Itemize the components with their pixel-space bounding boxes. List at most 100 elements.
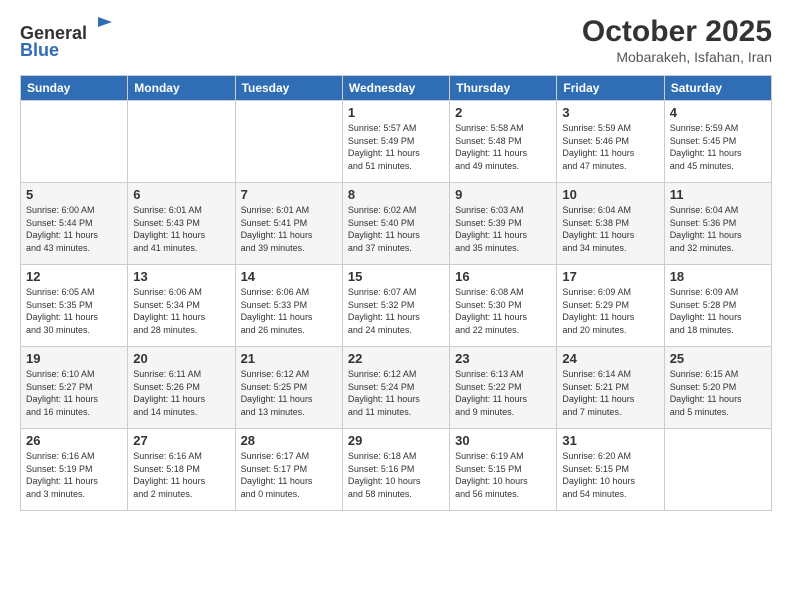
day-info: Sunrise: 5:59 AM Sunset: 5:45 PM Dayligh… (670, 122, 766, 172)
day-info: Sunrise: 6:02 AM Sunset: 5:40 PM Dayligh… (348, 204, 444, 254)
day-info: Sunrise: 6:06 AM Sunset: 5:34 PM Dayligh… (133, 286, 229, 336)
day-info: Sunrise: 6:01 AM Sunset: 5:41 PM Dayligh… (241, 204, 337, 254)
calendar-cell: 19 Sunrise: 6:10 AM Sunset: 5:27 PM Dayli… (21, 347, 128, 429)
day-info: Sunrise: 6:11 AM Sunset: 5:26 PM Dayligh… (133, 368, 229, 418)
calendar-cell: 9 Sunrise: 6:03 AM Sunset: 5:39 PM Daylig… (450, 183, 557, 265)
calendar-week-3: 12 Sunrise: 6:05 AM Sunset: 5:35 PM Dayli… (21, 265, 772, 347)
calendar-cell (664, 429, 771, 511)
calendar: SundayMondayTuesdayWednesdayThursdayFrid… (20, 75, 772, 511)
day-number: 8 (348, 187, 444, 202)
day-number: 29 (348, 433, 444, 448)
calendar-cell: 25 Sunrise: 6:15 AM Sunset: 5:20 PM Dayli… (664, 347, 771, 429)
day-number: 30 (455, 433, 551, 448)
calendar-cell: 15 Sunrise: 6:07 AM Sunset: 5:32 PM Dayli… (342, 265, 449, 347)
day-info: Sunrise: 6:01 AM Sunset: 5:43 PM Dayligh… (133, 204, 229, 254)
calendar-cell: 14Sunrise: 6:06 AM Sunset: 5:33 PM Dayli… (235, 265, 342, 347)
day-number: 23 (455, 351, 551, 366)
weekday-header-sunday: Sunday (21, 76, 128, 101)
logo-flag-icon (94, 15, 114, 39)
day-info: Sunrise: 6:12 AM Sunset: 5:24 PM Dayligh… (348, 368, 444, 418)
weekday-header-tuesday: Tuesday (235, 76, 342, 101)
calendar-cell: 30Sunrise: 6:19 AM Sunset: 5:15 PM Dayli… (450, 429, 557, 511)
calendar-cell: 8 Sunrise: 6:02 AM Sunset: 5:40 PM Daylig… (342, 183, 449, 265)
day-number: 25 (670, 351, 766, 366)
day-info: Sunrise: 6:04 AM Sunset: 5:38 PM Dayligh… (562, 204, 658, 254)
day-number: 20 (133, 351, 229, 366)
day-info: Sunrise: 6:08 AM Sunset: 5:30 PM Dayligh… (455, 286, 551, 336)
day-info: Sunrise: 6:17 AM Sunset: 5:17 PM Dayligh… (241, 450, 337, 500)
calendar-cell: 12 Sunrise: 6:05 AM Sunset: 5:35 PM Dayli… (21, 265, 128, 347)
day-info: Sunrise: 6:13 AM Sunset: 5:22 PM Dayligh… (455, 368, 551, 418)
calendar-cell: 11 Sunrise: 6:04 AM Sunset: 5:36 PM Dayli… (664, 183, 771, 265)
day-number: 31 (562, 433, 658, 448)
day-number: 3 (562, 105, 658, 120)
page: General Blue October 2025 Mobarakeh, Isf… (0, 0, 792, 612)
logo: General Blue (20, 15, 114, 61)
header: General Blue October 2025 Mobarakeh, Isf… (20, 15, 772, 65)
calendar-cell: 16 Sunrise: 6:08 AM Sunset: 5:30 PM Dayli… (450, 265, 557, 347)
day-info: Sunrise: 6:10 AM Sunset: 5:27 PM Dayligh… (26, 368, 122, 418)
day-info: Sunrise: 6:14 AM Sunset: 5:21 PM Dayligh… (562, 368, 658, 418)
day-number: 28 (241, 433, 337, 448)
day-number: 21 (241, 351, 337, 366)
day-number: 10 (562, 187, 658, 202)
calendar-cell (21, 101, 128, 183)
calendar-cell: 17 Sunrise: 6:09 AM Sunset: 5:29 PM Dayli… (557, 265, 664, 347)
day-info: Sunrise: 6:05 AM Sunset: 5:35 PM Dayligh… (26, 286, 122, 336)
calendar-cell: 20 Sunrise: 6:11 AM Sunset: 5:26 PM Dayli… (128, 347, 235, 429)
day-info: Sunrise: 6:16 AM Sunset: 5:19 PM Dayligh… (26, 450, 122, 500)
calendar-week-4: 19 Sunrise: 6:10 AM Sunset: 5:27 PM Dayli… (21, 347, 772, 429)
calendar-cell: 29 Sunrise: 6:18 AM Sunset: 5:16 PM Dayli… (342, 429, 449, 511)
calendar-cell: 23 Sunrise: 6:13 AM Sunset: 5:22 PM Dayli… (450, 347, 557, 429)
day-number: 13 (133, 269, 229, 284)
weekday-header-friday: Friday (557, 76, 664, 101)
day-number: 15 (348, 269, 444, 284)
day-info: Sunrise: 6:07 AM Sunset: 5:32 PM Dayligh… (348, 286, 444, 336)
day-info: Sunrise: 6:09 AM Sunset: 5:29 PM Dayligh… (562, 286, 658, 336)
day-info: Sunrise: 5:57 AM Sunset: 5:49 PM Dayligh… (348, 122, 444, 172)
calendar-cell: 18 Sunrise: 6:09 AM Sunset: 5:28 PM Dayli… (664, 265, 771, 347)
day-number: 12 (26, 269, 122, 284)
calendar-header-row: SundayMondayTuesdayWednesdayThursdayFrid… (21, 76, 772, 101)
day-number: 16 (455, 269, 551, 284)
day-number: 17 (562, 269, 658, 284)
weekday-header-wednesday: Wednesday (342, 76, 449, 101)
weekday-header-monday: Monday (128, 76, 235, 101)
day-number: 19 (26, 351, 122, 366)
day-number: 22 (348, 351, 444, 366)
calendar-cell: 1 Sunrise: 5:57 AM Sunset: 5:49 PM Daylig… (342, 101, 449, 183)
day-info: Sunrise: 6:12 AM Sunset: 5:25 PM Dayligh… (241, 368, 337, 418)
weekday-header-saturday: Saturday (664, 76, 771, 101)
location-title: Mobarakeh, Isfahan, Iran (582, 49, 772, 65)
day-info: Sunrise: 6:09 AM Sunset: 5:28 PM Dayligh… (670, 286, 766, 336)
weekday-header-thursday: Thursday (450, 76, 557, 101)
day-number: 7 (241, 187, 337, 202)
title-block: October 2025 Mobarakeh, Isfahan, Iran (582, 15, 772, 65)
day-number: 9 (455, 187, 551, 202)
day-info: Sunrise: 6:04 AM Sunset: 5:36 PM Dayligh… (670, 204, 766, 254)
calendar-cell: 10 Sunrise: 6:04 AM Sunset: 5:38 PM Dayli… (557, 183, 664, 265)
calendar-cell: 27Sunrise: 6:16 AM Sunset: 5:18 PM Dayli… (128, 429, 235, 511)
calendar-cell: 26 Sunrise: 6:16 AM Sunset: 5:19 PM Dayli… (21, 429, 128, 511)
day-number: 18 (670, 269, 766, 284)
day-number: 14 (241, 269, 337, 284)
day-info: Sunrise: 6:18 AM Sunset: 5:16 PM Dayligh… (348, 450, 444, 500)
calendar-cell: 28 Sunrise: 6:17 AM Sunset: 5:17 PM Dayli… (235, 429, 342, 511)
day-number: 24 (562, 351, 658, 366)
day-info: Sunrise: 5:58 AM Sunset: 5:48 PM Dayligh… (455, 122, 551, 172)
month-title: October 2025 (582, 15, 772, 49)
day-number: 4 (670, 105, 766, 120)
calendar-cell: 31 Sunrise: 6:20 AM Sunset: 5:15 PM Dayli… (557, 429, 664, 511)
calendar-cell: 7 Sunrise: 6:01 AM Sunset: 5:41 PM Daylig… (235, 183, 342, 265)
day-number: 26 (26, 433, 122, 448)
calendar-cell (128, 101, 235, 183)
calendar-cell: 4 Sunrise: 5:59 AM Sunset: 5:45 PM Daylig… (664, 101, 771, 183)
calendar-cell: 22 Sunrise: 6:12 AM Sunset: 5:24 PM Dayli… (342, 347, 449, 429)
day-info: Sunrise: 6:15 AM Sunset: 5:20 PM Dayligh… (670, 368, 766, 418)
day-info: Sunrise: 6:03 AM Sunset: 5:39 PM Dayligh… (455, 204, 551, 254)
calendar-week-5: 26 Sunrise: 6:16 AM Sunset: 5:19 PM Dayli… (21, 429, 772, 511)
day-number: 11 (670, 187, 766, 202)
calendar-cell: 21 Sunrise: 6:12 AM Sunset: 5:25 PM Dayli… (235, 347, 342, 429)
day-number: 1 (348, 105, 444, 120)
day-info: Sunrise: 6:20 AM Sunset: 5:15 PM Dayligh… (562, 450, 658, 500)
